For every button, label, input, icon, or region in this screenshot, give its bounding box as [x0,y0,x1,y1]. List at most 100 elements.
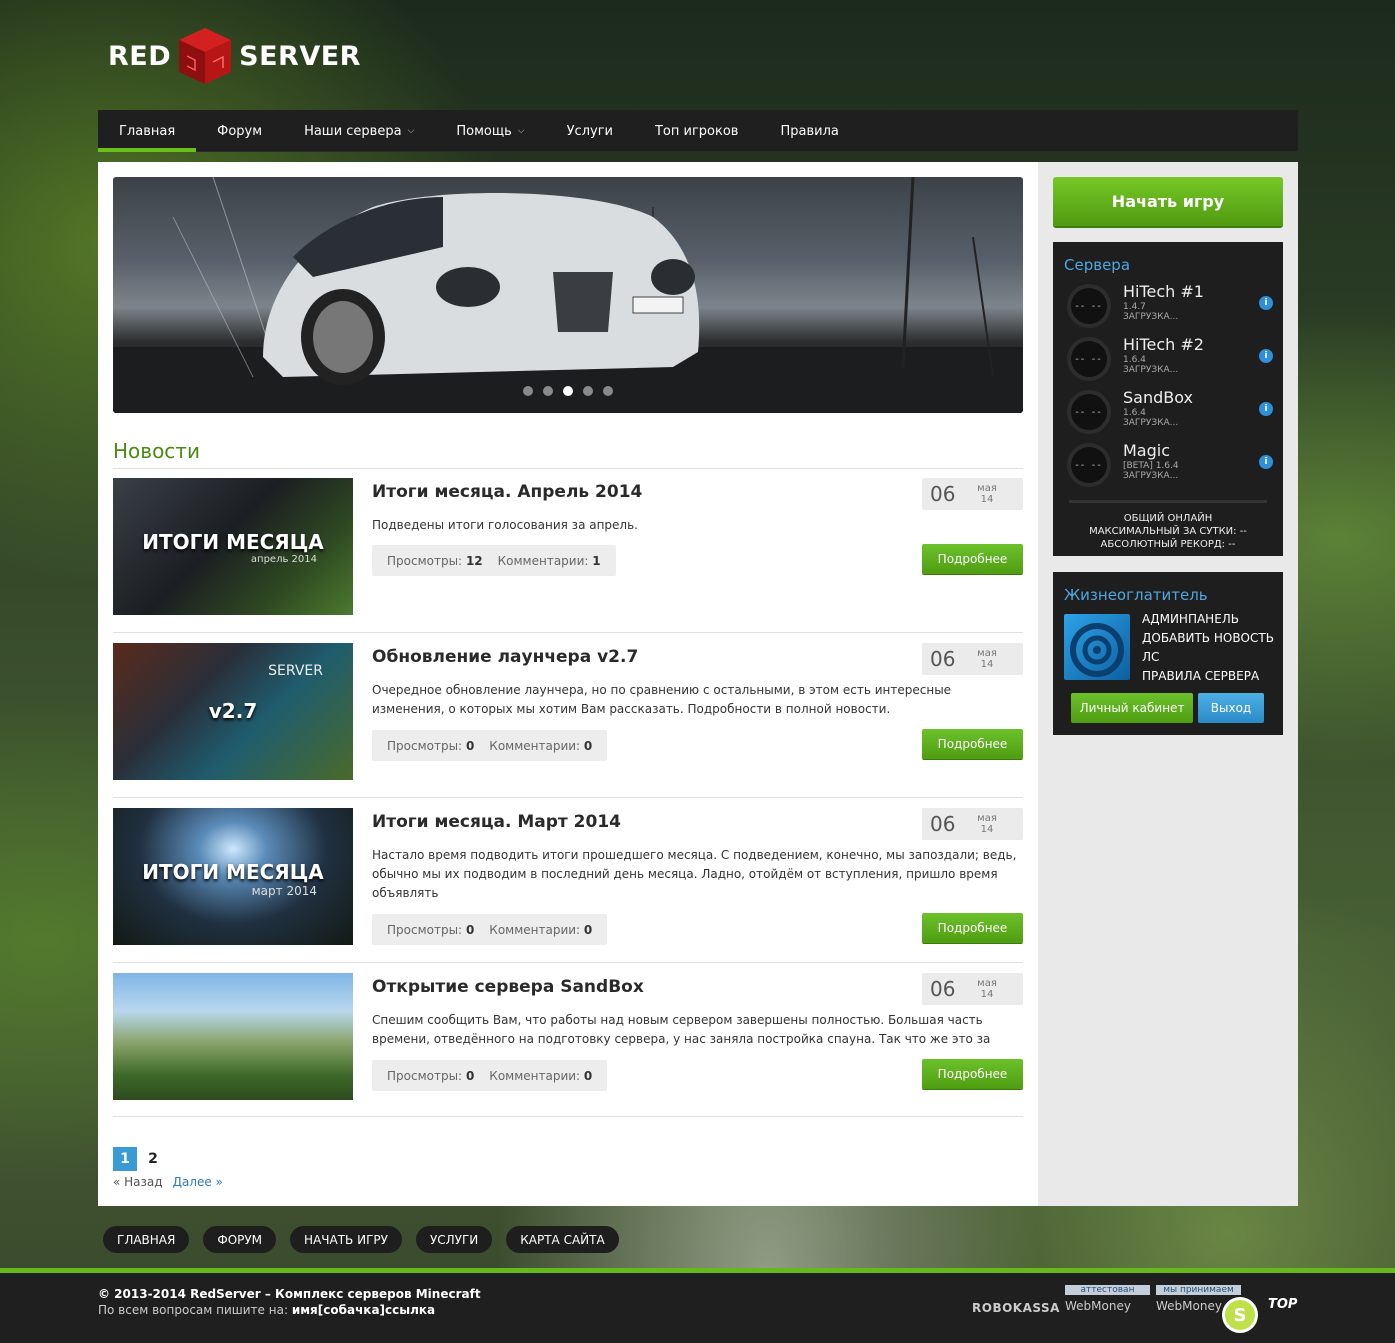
server-version-status: 1.6.4 ЗАГРУЗКА... [1123,408,1178,428]
personal-cabinet-button[interactable]: Личный кабинет [1071,693,1193,723]
info-icon[interactable]: i [1259,402,1273,416]
nav-item-forum[interactable]: Форум [196,110,283,152]
slider-dot[interactable] [543,386,553,396]
server-version: 1.6.4 [1123,355,1146,365]
info-icon[interactable]: i [1259,349,1273,363]
server-online-ring: -- -- [1067,337,1111,381]
servers-widget: Сервера -- -- HiTech #1 1.4.7 ЗАГРУЗКА...… [1053,242,1283,556]
slider-dot-active[interactable] [563,386,573,396]
nav-item-rules[interactable]: Правила [759,110,859,152]
news-title[interactable]: Итоги месяца. Март 2014 [372,812,621,832]
views-label: Просмотры: [387,553,463,568]
comments-stat: Комментарии: 1 [498,554,601,568]
footer-link-services[interactable]: УСЛУГИ [415,1226,493,1253]
nav-label: Помощь [456,123,512,139]
footer-menu: ГЛАВНАЯ ФОРУМ НАЧАТЬ ИГРУ УСЛУГИ КАРТА С… [103,1226,619,1253]
news-title[interactable]: Открытие сервера SandBox [372,977,644,997]
sidebar: Начать игру Сервера -- -- HiTech #1 1.4.… [1038,162,1298,1206]
total-online: ОБЩИЙ ОНЛАЙН [1123,513,1213,524]
comments-stat: Комментарии: 0 [489,739,592,753]
robokassa-logo[interactable]: ROBOKASSA [972,1301,1060,1315]
footer-link-start-game[interactable]: НАЧАТЬ ИГРУ [290,1226,402,1253]
date-day: 06 [930,647,956,671]
news-title[interactable]: Обновление лаунчера v2.7 [372,647,638,667]
footer-link-sitemap[interactable]: КАРТА САЙТА [506,1226,619,1253]
nav-label: Наши сервера [304,123,402,139]
date-month-year: мая 14 [977,978,997,1000]
badge-name: WebMoney [1065,1299,1131,1313]
private-messages-link[interactable]: ЛС [1142,650,1159,664]
read-more-button[interactable]: Подробнее [922,729,1023,759]
read-more-button[interactable]: Подробнее [922,544,1023,574]
thumb-title: v2.7 [208,699,258,723]
divider [113,468,1023,469]
pagination-nav: « Назад Далее » [113,1175,223,1189]
logo-text-red: RED [108,40,172,72]
server-version: [BETA] 1.6.4 [1123,461,1179,471]
news-stats: Просмотры: 0 Комментарии: 0 [372,730,608,761]
comments-stat: Комментарии: 0 [489,923,592,937]
nav-item-home[interactable]: Главная [98,110,197,152]
news-item: v2.7 SERVER Обновление лаунчера v2.7 Оче… [113,643,1023,783]
nav-item-top-players[interactable]: Топ игроков [634,110,759,152]
site-logo[interactable]: RED SERVER [108,26,361,86]
main-content: Новости ИТОГИ МЕСЯЦА апрель 2014 Итоги м… [98,162,1038,1206]
nav-item-servers[interactable]: Наши сервера ⌵ [283,110,435,152]
news-heading: Новости [113,439,200,463]
daily-max: МАКСИМАЛЬНЫЙ ЗА СУТКИ: -- [1089,526,1247,537]
slider-dot[interactable] [603,386,613,396]
news-item: Открытие сервера SandBox Спешим сообщить… [113,973,1023,1113]
pagination: 1 2 [113,1147,165,1171]
views-label: Просмотры: [387,922,463,937]
slider-dot[interactable] [583,386,593,396]
footer-link-forum[interactable]: ФОРУМ [203,1226,277,1253]
avatar[interactable] [1064,614,1130,680]
read-more-button[interactable]: Подробнее [922,1059,1023,1089]
chevron-down-icon: ⌵ [517,126,525,136]
date-day: 06 [930,977,956,1001]
page-2-link[interactable]: 2 [141,1147,165,1171]
news-thumbnail[interactable]: ИТОГИ МЕСЯЦА апрель 2014 [113,478,353,615]
admin-panel-link[interactable]: АДМИНПАНЕЛЬ [1142,612,1239,626]
divider [113,632,1023,633]
read-more-button[interactable]: Подробнее [922,913,1023,943]
date-year: 14 [980,989,994,1000]
prev-page-link[interactable]: « Назад [113,1175,163,1189]
slider-car-image [113,177,1023,413]
date-month-year: мая 14 [977,648,997,670]
server-rules-link[interactable]: ПРАВИЛА СЕРВЕРА [1142,669,1259,683]
start-game-button[interactable]: Начать игру [1053,177,1283,226]
news-title[interactable]: Итоги месяца. Апрель 2014 [372,482,642,502]
logout-button[interactable]: Выход [1198,693,1264,723]
server-version-status: 1.6.4 ЗАГРУЗКА... [1123,355,1178,375]
views-count: 0 [465,922,475,937]
server-online-ring: -- -- [1067,390,1111,434]
news-thumbnail[interactable]: v2.7 SERVER [113,643,353,780]
next-page-link[interactable]: Далее » [173,1175,223,1189]
nav-item-help[interactable]: Помощь ⌵ [435,110,545,152]
image-slider[interactable] [113,177,1023,413]
chevron-down-icon: ⌵ [407,126,415,136]
news-thumbnail[interactable] [113,973,353,1100]
news-thumbnail[interactable]: ИТОГИ МЕСЯЦА март 2014 [113,808,353,945]
nav-label: Правила [780,123,839,139]
server-status: ЗАГРУЗКА... [1123,418,1179,428]
add-news-link[interactable]: ДОБАВИТЬ НОВОСТЬ [1142,631,1274,645]
server-item: -- -- HiTech #2 1.6.4 ЗАГРУЗКА... i [1067,335,1277,383]
news-excerpt: Очередное обновление лаунчера, но по сра… [372,683,952,716]
info-icon[interactable]: i [1259,296,1273,310]
page-1-link[interactable]: 1 [113,1147,137,1171]
server-name: HiTech #2 [1123,335,1204,354]
avatar-logo-icon [1070,623,1124,677]
footer-link-home[interactable]: ГЛАВНАЯ [103,1226,190,1253]
views-stat: Просмотры: 12 [387,554,483,568]
views-label: Просмотры: [387,738,463,753]
comments-label: Комментарии: [497,553,589,568]
webmoney-attested-badge[interactable]: аттестован WebMoney [1065,1285,1150,1313]
top-rating-icon[interactable]: S [1222,1297,1258,1333]
footer-bar: © 2013-2014 RedServer – Комплекс серверо… [0,1268,1395,1343]
nav-label: Топ игроков [654,123,739,139]
slider-dot[interactable] [523,386,533,396]
info-icon[interactable]: i [1259,455,1273,469]
nav-item-services[interactable]: Услуги [546,110,634,152]
